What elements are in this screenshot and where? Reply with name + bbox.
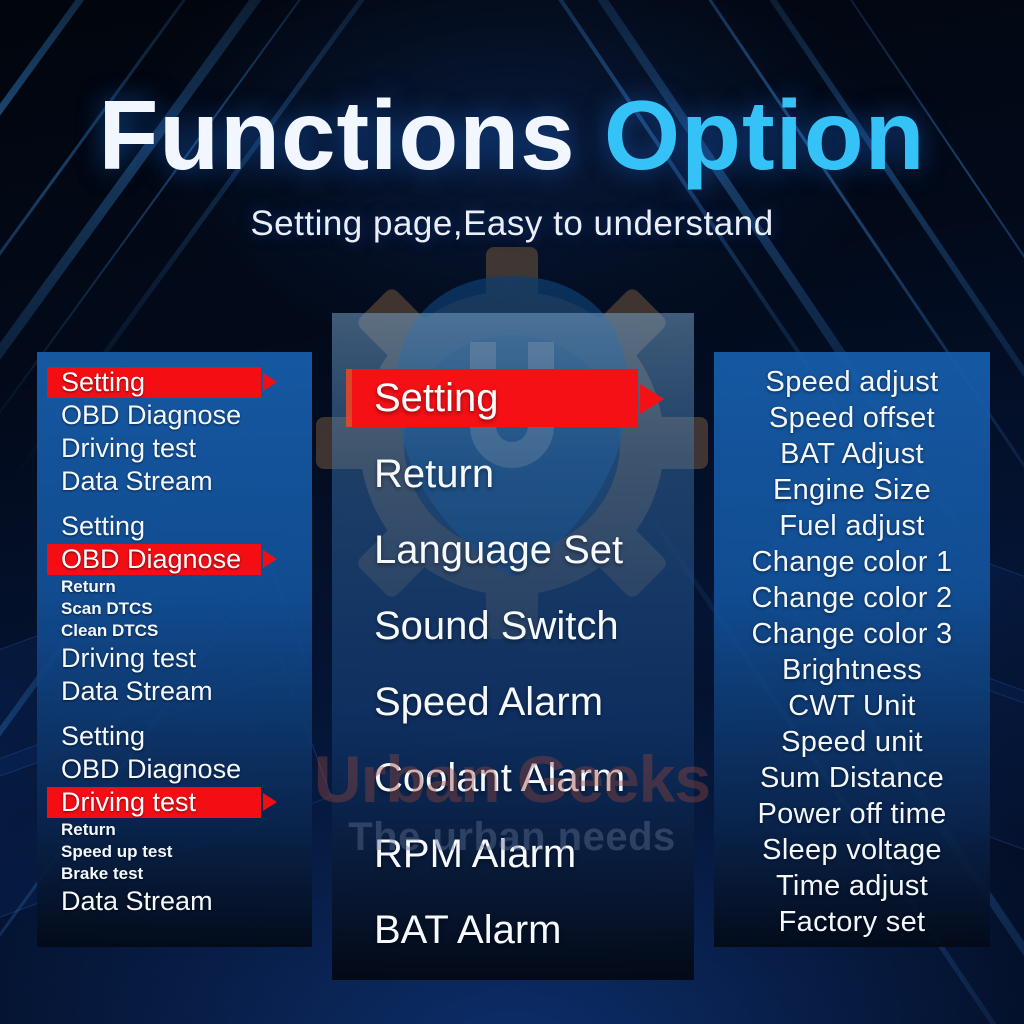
center-menu-item-label: Sound Switch (374, 604, 619, 648)
center-menu-item-label: Return (374, 452, 495, 496)
page-title-word-1: Functions (98, 80, 576, 190)
left-menu-item[interactable]: Driving test (61, 432, 312, 465)
center-menu-item-label: Speed Alarm (374, 680, 604, 724)
center-menu-item[interactable]: Sound Switch (374, 588, 694, 664)
left-menu-item-label: Scan DTCS (61, 599, 153, 618)
left-menu-item[interactable]: Scan DTCS (61, 598, 312, 620)
page-subtitle: Setting page,Easy to understand (250, 204, 774, 243)
menu-navigation-left: Setting OBD Diagnose Driving test Data Stre… (37, 352, 312, 947)
chevron-right-icon (263, 550, 277, 568)
setting-options-right: Speed adjust Speed offset BAT Adjust Engine… (714, 352, 990, 947)
center-menu-item[interactable]: Coolant Alarm (374, 740, 694, 816)
left-menu-item-label: Data Stream (61, 886, 213, 916)
right-option-item[interactable]: Brightness (714, 652, 990, 688)
left-menu-item[interactable]: Data Stream (61, 885, 312, 918)
left-menu-item-label: Driving test (61, 643, 197, 673)
left-menu-item-label: Setting (61, 511, 146, 541)
left-menu-item[interactable]: Brake test (61, 863, 312, 885)
center-menu-item-label: Setting (374, 376, 499, 420)
left-menu-item[interactable]: Return (61, 576, 312, 598)
center-menu-item[interactable]: Speed Alarm (374, 664, 694, 740)
left-menu-item-label: Driving test (61, 433, 197, 463)
left-menu-item[interactable]: Data Stream (61, 465, 312, 498)
left-menu-item[interactable]: OBD Diagnose (47, 543, 312, 576)
left-menu-item-label: Data Stream (61, 466, 213, 496)
center-menu-item[interactable]: Return (374, 436, 694, 512)
left-menu-item[interactable]: Driving test (47, 786, 312, 819)
center-menu-item-label: BAT Alarm (374, 908, 562, 952)
chevron-right-icon (263, 373, 277, 391)
right-option-item[interactable]: Change color 2 (714, 580, 990, 616)
center-menu-item-label: Coolant Alarm (374, 756, 626, 800)
left-menu-item-label: OBD Diagnose (61, 400, 242, 430)
left-menu-item[interactable]: Return (61, 819, 312, 841)
center-menu-list: Setting Return Language Set Sound Switch Spe… (332, 360, 694, 968)
screenshot-root: Functions Option Setting page,Easy to un… (0, 0, 1024, 1024)
left-menu-item-label: Setting (61, 367, 146, 397)
left-menu-item-label: Clean DTCS (61, 621, 159, 640)
left-menu-item[interactable]: Data Stream (61, 675, 312, 708)
left-menu-item[interactable]: OBD Diagnose (61, 399, 312, 432)
chevron-right-icon (263, 793, 277, 811)
right-option-item[interactable]: Speed unit (714, 724, 990, 760)
left-menu-item-label: Driving test (61, 787, 197, 817)
right-option-item[interactable]: Sum Distance (714, 760, 990, 796)
right-option-item[interactable]: BAT Adjust (714, 436, 990, 472)
center-menu-item-label: Language Set (374, 528, 624, 572)
right-option-item[interactable]: Time adjust (714, 868, 990, 904)
left-menu-item[interactable]: Setting (47, 366, 312, 399)
left-menu-item[interactable]: Setting (61, 720, 312, 753)
right-option-item[interactable]: CWT Unit (714, 688, 990, 724)
right-option-item[interactable]: Engine Size (714, 472, 990, 508)
center-menu-item[interactable]: RPM Alarm (374, 816, 694, 892)
left-menu-item[interactable]: Driving test (61, 642, 312, 675)
page-title: Functions Option (0, 86, 1024, 184)
page-header: Functions Option Setting page,Easy to un… (0, 0, 1024, 244)
left-menu-item-label: OBD Diagnose (61, 544, 242, 574)
center-menu-item[interactable]: BAT Alarm (374, 892, 694, 968)
right-option-item[interactable]: Fuel adjust (714, 508, 990, 544)
chevron-right-icon (640, 384, 664, 414)
left-menu-item-label: Speed up test (61, 842, 173, 861)
right-option-item[interactable]: Power off time (714, 796, 990, 832)
setting-menu-center: Setting Return Language Set Sound Switch Spe… (332, 313, 694, 980)
left-menu-item-label: Brake test (61, 864, 144, 883)
left-menu-item-label: Setting (61, 721, 146, 751)
right-option-item[interactable]: Speed offset (714, 400, 990, 436)
right-option-item[interactable]: Speed adjust (714, 364, 990, 400)
left-menu-item[interactable]: OBD Diagnose (61, 753, 312, 786)
left-menu-list: Setting OBD Diagnose Driving test Data Stre… (37, 352, 312, 918)
center-menu-item[interactable]: Language Set (374, 512, 694, 588)
right-options-list: Speed adjust Speed offset BAT Adjust Engine… (714, 364, 990, 940)
right-option-item[interactable]: Change color 1 (714, 544, 990, 580)
left-menu-item-label: Return (61, 820, 116, 839)
center-menu-item[interactable]: Setting (352, 360, 694, 436)
left-menu-item-label: Return (61, 577, 116, 596)
left-menu-item[interactable]: Speed up test (61, 841, 312, 863)
left-menu-item-label: OBD Diagnose (61, 754, 242, 784)
page-title-word-2: Option (603, 80, 926, 190)
left-menu-item[interactable]: Setting (61, 510, 312, 543)
left-menu-item[interactable]: Clean DTCS (61, 620, 312, 642)
center-menu-item-label: RPM Alarm (374, 832, 577, 876)
right-option-item[interactable]: Factory set (714, 904, 990, 940)
right-option-item[interactable]: Change color 3 (714, 616, 990, 652)
right-option-item[interactable]: Sleep voltage (714, 832, 990, 868)
left-menu-item-label: Data Stream (61, 676, 213, 706)
